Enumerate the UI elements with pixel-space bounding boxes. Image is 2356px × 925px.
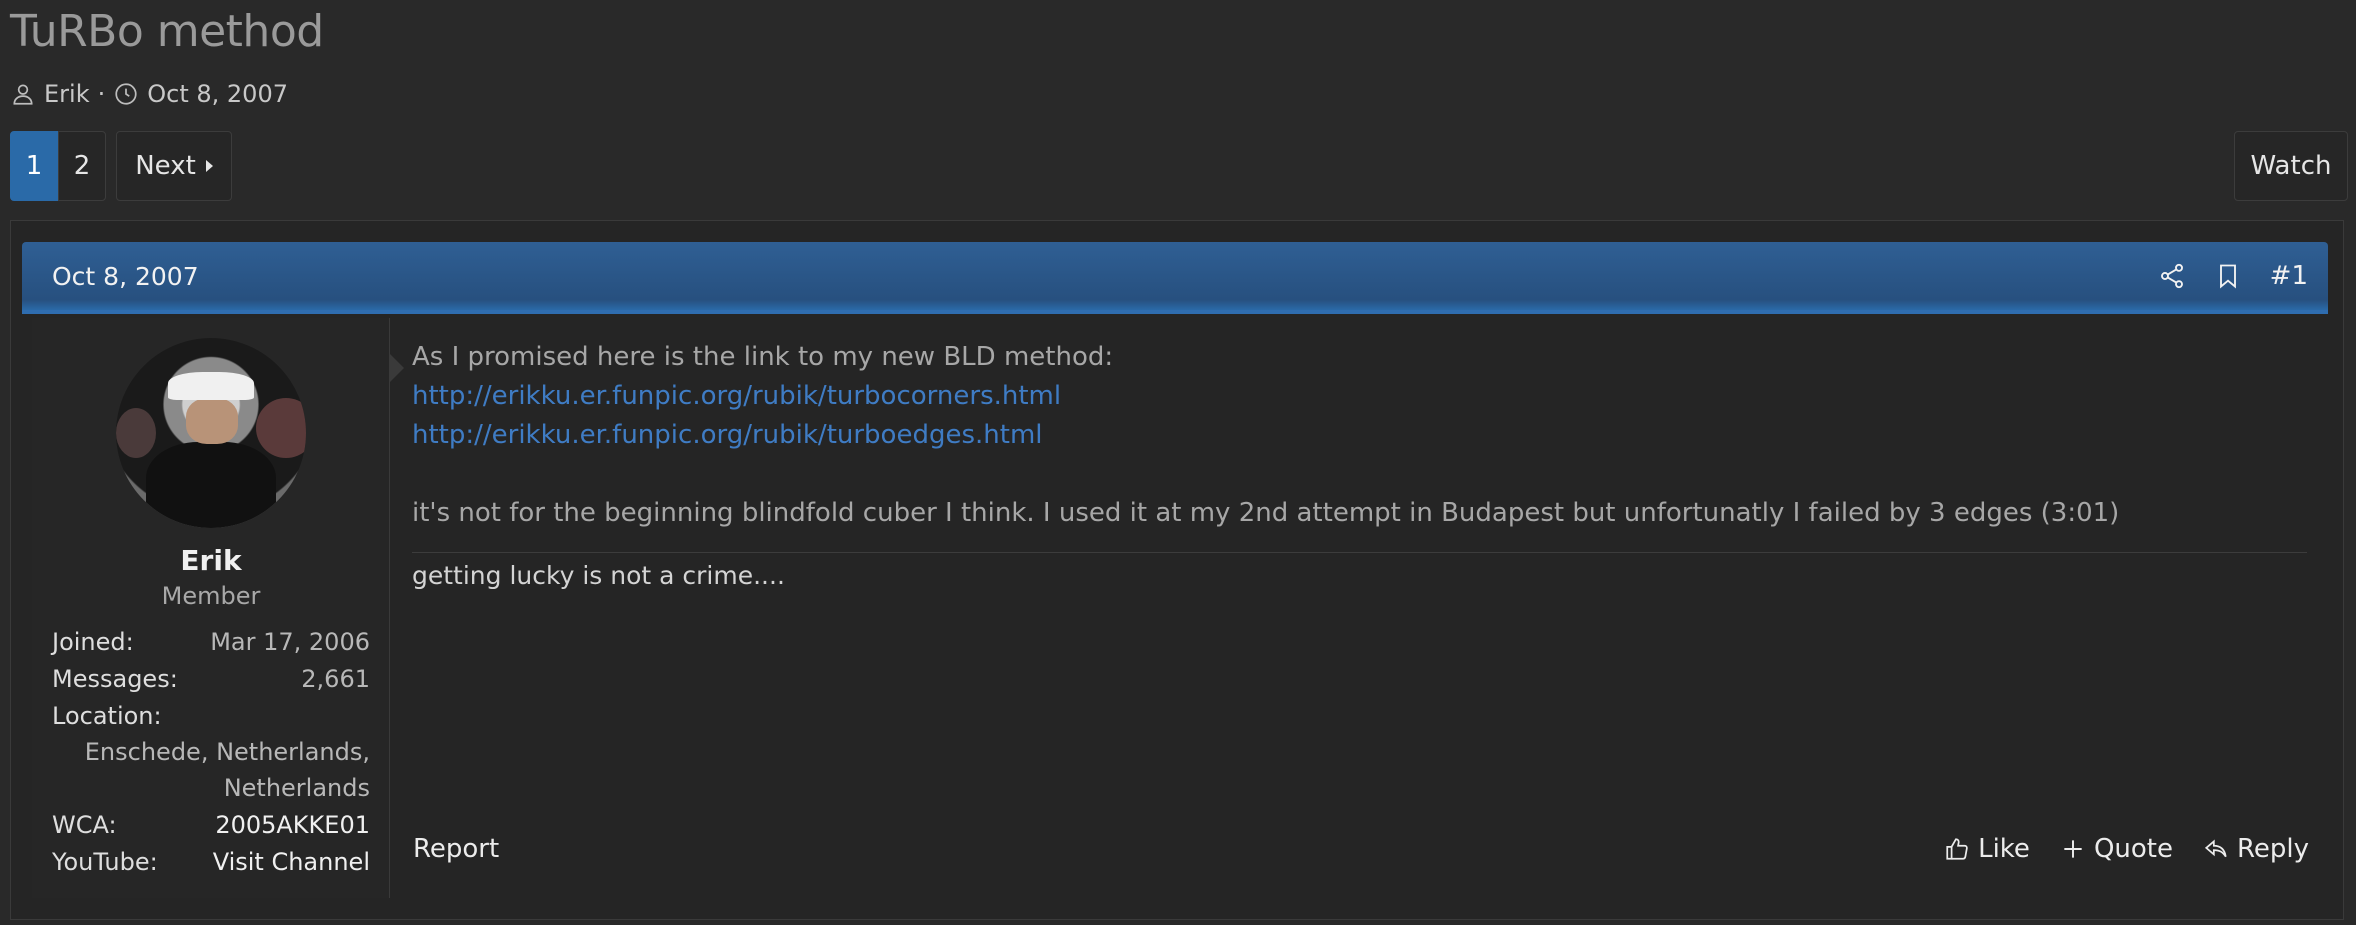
stat-joined: Joined: Mar 17, 2006 — [52, 623, 370, 660]
stat-key: WCA: — [52, 810, 117, 839]
post-link[interactable]: http://erikku.er.funpic.org/rubik/turboe… — [412, 416, 2307, 455]
signature-divider — [412, 552, 2307, 553]
stat-value: Mar 17, 2006 — [210, 627, 370, 656]
meta-separator: · — [97, 80, 106, 108]
thread-meta: Erik · Oct 8, 2007 — [10, 76, 288, 112]
stat-youtube: YouTube: Visit Channel — [52, 843, 370, 880]
quote-label: Quote — [2093, 834, 2173, 864]
thread-author-link[interactable]: Erik — [44, 80, 90, 108]
stat-messages: Messages: 2,661 — [52, 660, 370, 697]
stat-key: Location: — [52, 701, 162, 730]
user-arrow — [390, 354, 404, 382]
location-line: Netherlands — [223, 774, 370, 802]
reply-label: Reply — [2236, 834, 2309, 864]
page-1-button[interactable]: 1 — [10, 131, 58, 201]
share-icon[interactable] — [2158, 262, 2186, 290]
thumbs-up-icon — [1946, 838, 1968, 860]
post-actions: Like Quote Reply — [1944, 834, 2309, 864]
report-button[interactable]: Report — [413, 834, 499, 864]
post-number-link[interactable]: #1 — [2270, 261, 2308, 291]
location-line: Enschede, Netherlands, — [84, 738, 370, 766]
stat-wca: WCA: 2005AKKE01 — [52, 806, 370, 843]
thread-date-link[interactable]: Oct 8, 2007 — [147, 80, 288, 108]
user-icon — [13, 84, 33, 105]
avatar[interactable] — [116, 338, 306, 528]
like-button[interactable]: Like — [1944, 834, 2030, 864]
post-user-sidebar: Erik Member Joined: Mar 17, 2006 Message… — [32, 318, 390, 898]
thread-title: TuRBo method — [10, 6, 324, 57]
stat-key: Joined: — [52, 627, 134, 656]
post-header: Oct 8, 2007 #1 — [22, 242, 2328, 314]
bookmark-icon[interactable] — [2214, 262, 2242, 290]
post-date-link[interactable]: Oct 8, 2007 — [52, 262, 2158, 291]
stat-value-link[interactable]: 2,661 — [301, 665, 370, 693]
stat-key: Messages: — [52, 664, 178, 693]
post-header-actions: #1 — [2158, 261, 2308, 291]
stat-location-value[interactable]: Enschede, Netherlands, Netherlands — [52, 734, 370, 806]
plus-icon — [2064, 840, 2082, 858]
wca-id-link[interactable]: 2005AKKE01 — [215, 811, 370, 839]
page-2-button[interactable]: 2 — [58, 131, 106, 201]
stat-key: YouTube: — [52, 847, 158, 876]
user-name-link[interactable]: Erik — [32, 544, 390, 577]
post-text-line: As I promised here is the link to my new… — [412, 342, 1114, 372]
user-stats: Joined: Mar 17, 2006 Messages: 2,661 Loc… — [52, 623, 370, 880]
signature: getting lucky is not a crime.... — [412, 561, 785, 590]
reply-button[interactable]: Reply — [2203, 834, 2309, 864]
stat-location: Location: — [52, 697, 370, 734]
quote-button[interactable]: Quote — [2060, 834, 2173, 864]
next-label: Next — [135, 151, 196, 181]
youtube-link[interactable]: Visit Channel — [213, 848, 370, 876]
post-text-line: it's not for the beginning blindfold cub… — [412, 498, 2120, 528]
clock-icon — [115, 83, 137, 105]
like-label: Like — [1978, 834, 2030, 864]
post-body: As I promised here is the link to my new… — [412, 338, 2307, 533]
reply-arrow-icon — [2204, 839, 2227, 858]
pagination: 1 2 Next — [10, 131, 232, 201]
caret-right-icon — [205, 160, 213, 172]
watch-button[interactable]: Watch — [2234, 131, 2348, 201]
next-page-button[interactable]: Next — [116, 131, 232, 201]
post-link[interactable]: http://erikku.er.funpic.org/rubik/turboc… — [412, 377, 2307, 416]
user-role: Member — [161, 582, 261, 610]
